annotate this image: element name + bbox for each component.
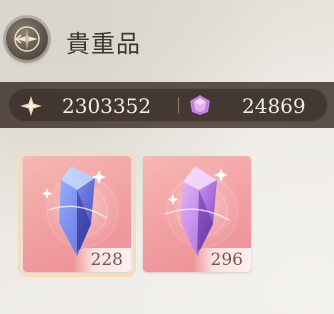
item-count: 296 (210, 250, 243, 270)
currency-value-primary: 2303352 (62, 94, 152, 118)
compass-star-back-icon (14, 26, 40, 52)
star-crystal-icon (20, 96, 42, 116)
pink-gem-icon (190, 95, 210, 115)
item-card-blue-crystal[interactable]: 228 (18, 151, 136, 277)
currency-bar: 2303352 24869 (0, 82, 334, 128)
currency-pill: 2303352 24869 (8, 88, 328, 122)
back-button[interactable] (6, 18, 48, 60)
header: 貴重品 (0, 14, 334, 66)
item-card-purple-crystal[interactable]: 296 (143, 156, 251, 272)
page-title: 貴重品 (66, 30, 141, 58)
currency-divider (178, 97, 179, 113)
currency-value-gem: 24869 (242, 94, 306, 118)
item-count: 228 (90, 250, 123, 270)
